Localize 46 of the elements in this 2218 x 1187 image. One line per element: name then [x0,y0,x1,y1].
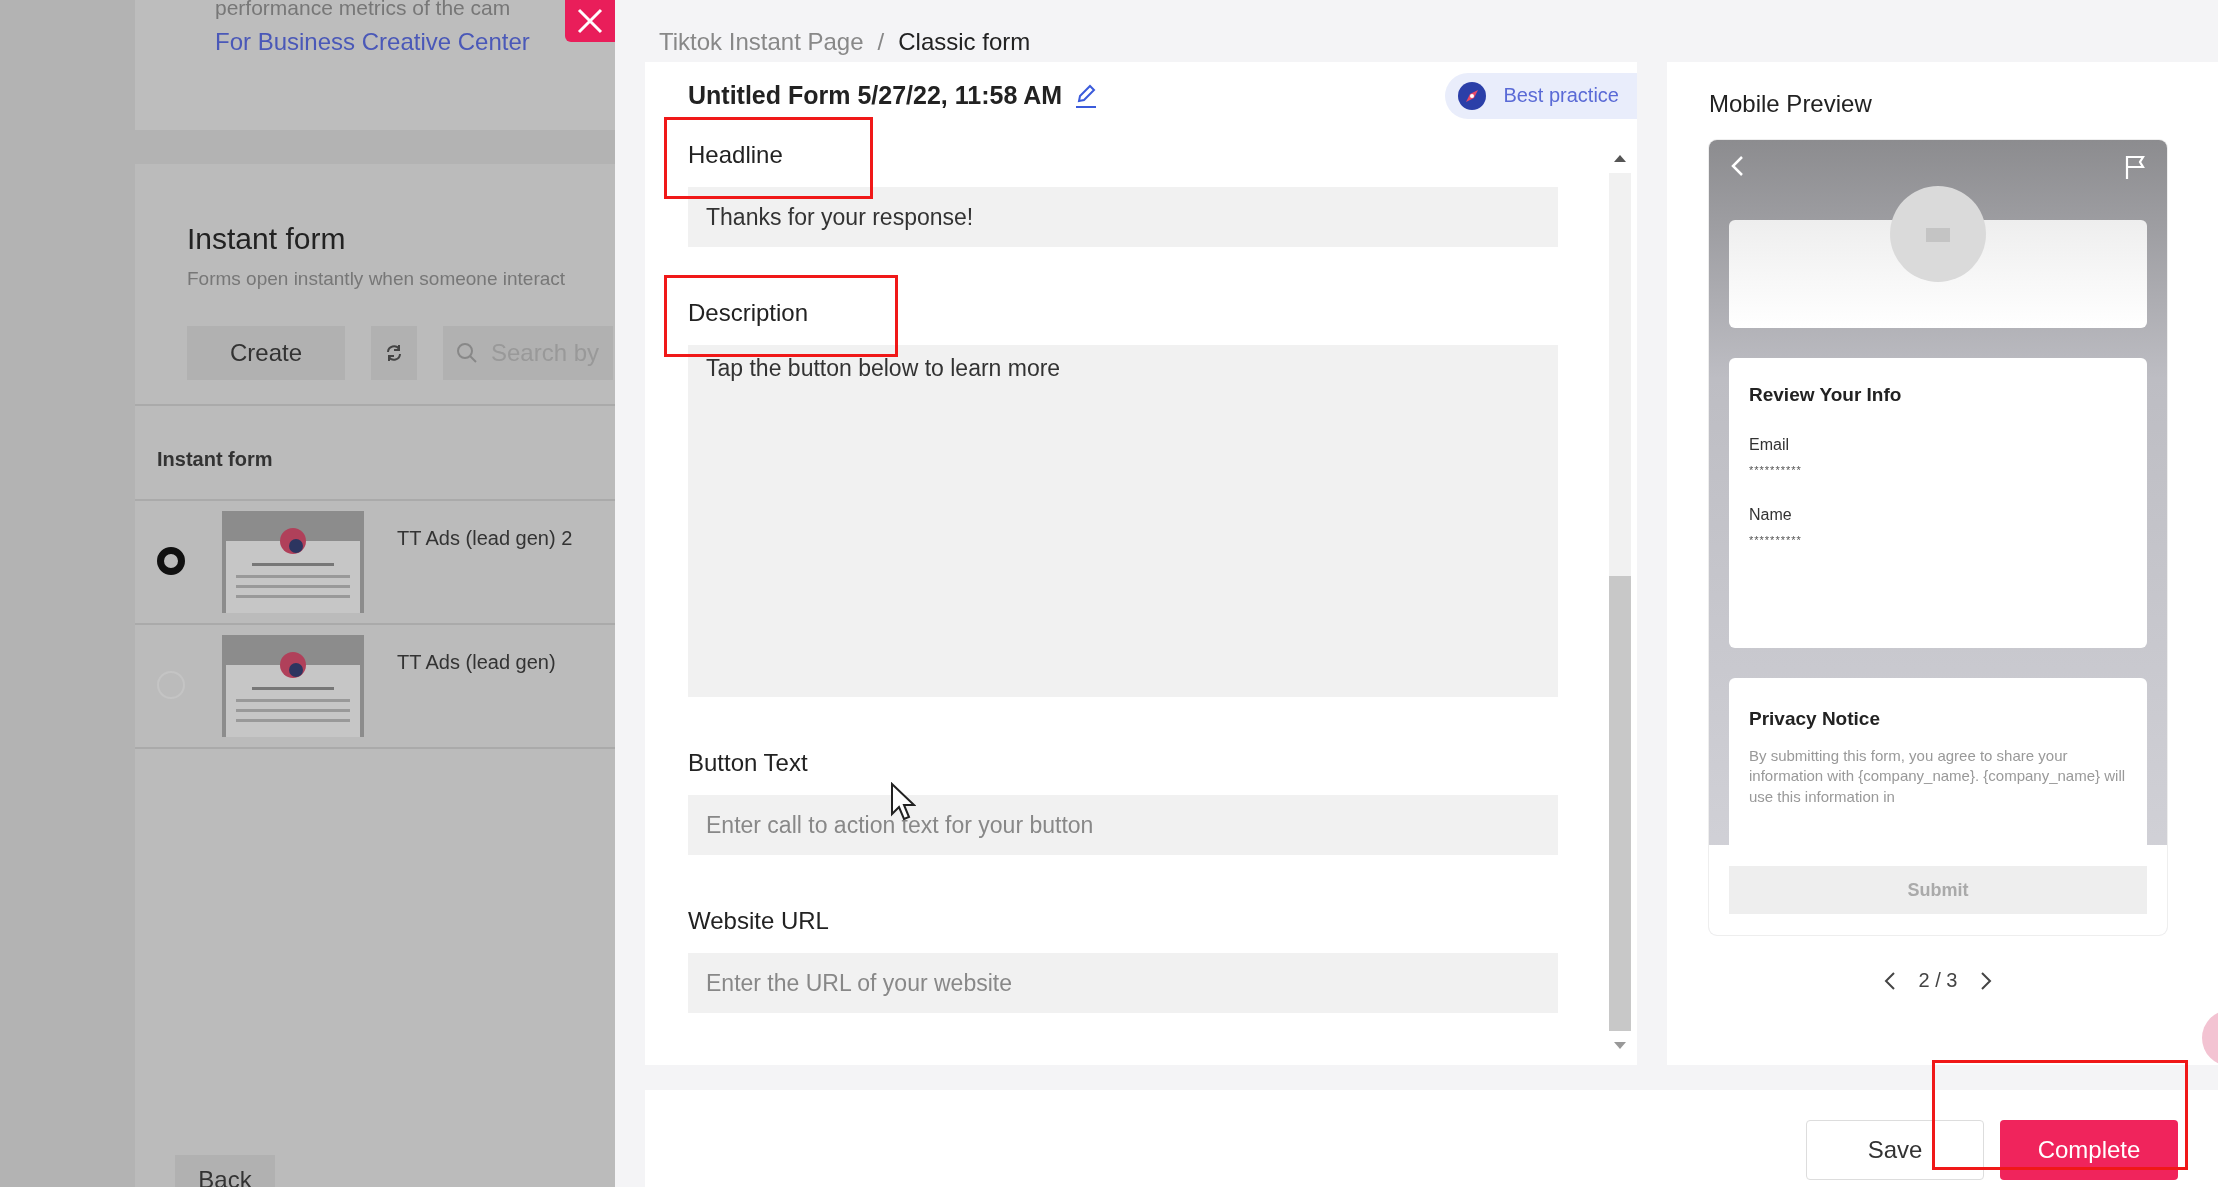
field-label: Description [688,299,809,326]
scrollbar[interactable] [1607,153,1633,1051]
radio-button[interactable] [157,547,185,575]
review-value: ********** [1749,464,1803,476]
preview-title: Mobile Preview [1709,90,1873,118]
refresh-button[interactable] [371,326,417,380]
complete-button[interactable]: Complete [2000,1120,2178,1180]
field-label: Headline [688,141,783,168]
field-label: Website URL [688,907,829,934]
input-field[interactable]: Enter call to action text for your button [688,795,1558,855]
create-button[interactable]: Create [187,326,345,380]
section-subtitle: Forms open instantly when someone interact [187,268,567,290]
form-name: TT Ads (lead gen) 2 [397,527,573,550]
review-value: ********** [1749,534,1803,546]
close-icon [576,7,604,35]
breadcrumb-current: Classic form [898,28,1031,56]
save-button[interactable]: Save [1806,1120,1984,1180]
privacy-text: By submitting this form, you agree to share your information with {company_name}. {company_name} will use this information in [1749,746,2127,807]
best-practice-button[interactable]: Best practice [1445,72,1637,119]
scroll-down-icon[interactable] [1612,1041,1628,1051]
form-name: TT Ads (lead gen) [397,651,556,674]
creative-center-link[interactable]: For Business Creative Center [215,28,530,56]
edit-icon[interactable] [1074,82,1099,109]
page-indicator: 2 / 3 [1918,969,1958,992]
scroll-up-icon[interactable] [1612,153,1628,163]
search-icon [455,341,479,365]
privacy-title: Privacy Notice [1749,708,1881,730]
review-label: Email [1749,436,1790,454]
form-title: Untitled Form 5/27/22, 11:58 AM [688,81,1063,110]
avatar-icon [1890,186,1986,282]
table-header: Instant form [135,404,615,501]
review-label: Name [1749,506,1793,524]
description-field[interactable]: Tap the button below to learn more [688,345,1558,697]
previous-icon[interactable] [1882,969,1897,992]
refresh-icon [384,343,404,363]
compass-icon [1457,80,1488,111]
section-title: Instant form [187,222,347,256]
input-field[interactable]: Enter the URL of your website [688,953,1558,1013]
review-title: Review Your Info [1749,384,1903,406]
breadcrumb-link[interactable]: Tiktok Instant Page [659,28,864,56]
next-icon[interactable] [1979,969,1994,992]
field-label: Button Text [688,749,808,776]
input-field[interactable]: Thanks for your response! [688,187,1558,247]
breadcrumb-separator: / [877,28,885,56]
intro-text: performance metrics of the cam [215,0,511,20]
close-button[interactable] [565,0,615,42]
